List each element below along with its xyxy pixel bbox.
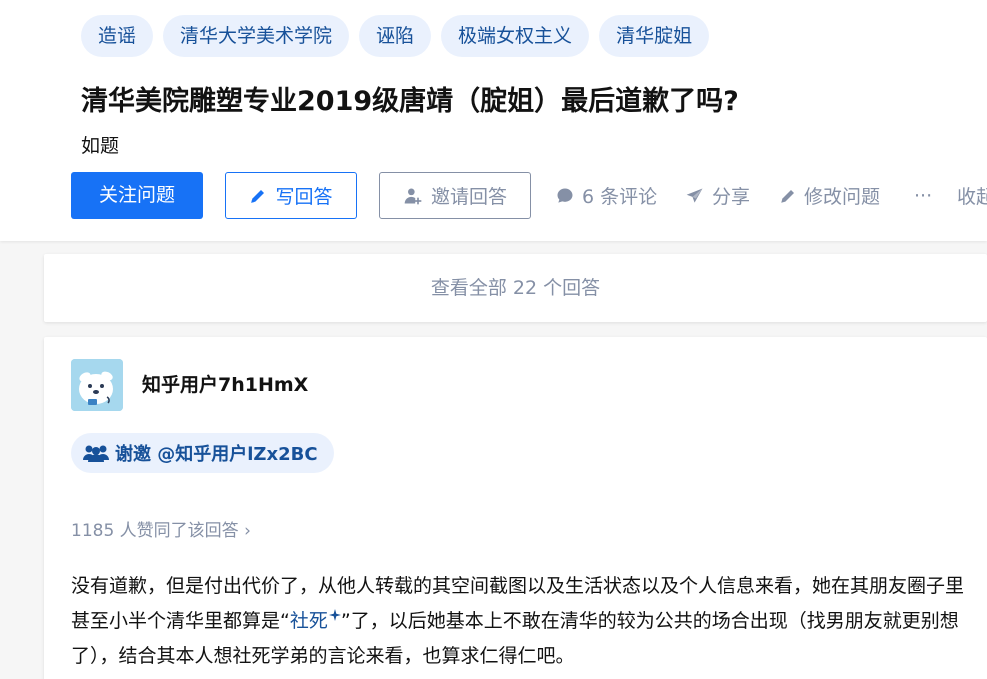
avatar[interactable] xyxy=(71,359,123,411)
comment-icon xyxy=(557,188,573,203)
write-answer-button[interactable]: 写回答 xyxy=(225,172,357,219)
invite-answer-label: 邀请回答 xyxy=(430,186,507,208)
write-answer-label: 写回答 xyxy=(275,186,333,208)
invite-user-icon xyxy=(404,188,422,204)
edit-question-button[interactable]: 修改问题 xyxy=(779,172,880,219)
more-icon[interactable]: ··· xyxy=(914,172,932,219)
author-name[interactable]: 知乎用户7h1HmX xyxy=(142,370,308,397)
answer-content: 没有道歉，但是付出代价了，从他人转载的其空间截图以及生活状态以及个人信息来看，她… xyxy=(71,569,971,674)
answer-card: 知乎用户7h1HmX 谢邀 @知乎用户lZx2BC 1185 人赞同了该回答 ›… xyxy=(44,337,987,679)
avatar-image xyxy=(71,359,123,411)
pencil-icon xyxy=(251,189,265,203)
inline-link-label: 社死 xyxy=(289,610,328,632)
question-header: 造谣 清华大学美术学院 诬陷 极端女权主义 清华腚姐 清华美院雕塑专业2019级… xyxy=(0,0,987,241)
invitation-badge[interactable]: 谢邀 @知乎用户lZx2BC xyxy=(71,433,334,473)
sparkle-icon xyxy=(328,609,341,621)
view-all-answers-button[interactable]: 查看全部 22 个回答 xyxy=(44,254,987,322)
invite-answer-button[interactable]: 邀请回答 xyxy=(379,172,531,219)
question-detail: 如题 xyxy=(81,135,120,157)
topic-tag[interactable]: 清华腚姐 xyxy=(599,15,710,57)
inline-link[interactable]: 社死 xyxy=(289,609,341,632)
group-icon xyxy=(83,445,109,462)
follow-question-button[interactable]: 关注问题 xyxy=(71,172,203,219)
topic-tag[interactable]: 清华大学美术学院 xyxy=(163,15,350,57)
topic-tags: 造谣 清华大学美术学院 诬陷 极端女权主义 清华腚姐 xyxy=(81,15,710,57)
comments-label: 6 条评论 xyxy=(582,186,658,208)
share-button[interactable]: 分享 xyxy=(685,172,750,219)
edit-icon xyxy=(781,189,794,203)
vote-count[interactable]: 1185 人赞同了该回答 › xyxy=(71,516,251,541)
topic-tag[interactable]: 极端女权主义 xyxy=(441,15,590,57)
share-icon xyxy=(686,188,703,203)
question-actions: 关注问题 写回答 邀请回答 6 条评论 分享 修改问题 ··· 收起 xyxy=(71,172,987,219)
comments-button[interactable]: 6 条评论 xyxy=(555,172,657,219)
topic-tag[interactable]: 造谣 xyxy=(81,15,154,57)
collapse-button[interactable]: 收起 xyxy=(957,172,987,219)
question-title: 清华美院雕塑专业2019级唐靖（腚姐）最后道歉了吗? xyxy=(81,86,739,117)
share-label: 分享 xyxy=(712,186,751,208)
invitation-text: 谢邀 @知乎用户lZx2BC xyxy=(115,444,318,465)
topic-tag[interactable]: 诬陷 xyxy=(359,15,432,57)
edit-question-label: 修改问题 xyxy=(804,186,881,208)
